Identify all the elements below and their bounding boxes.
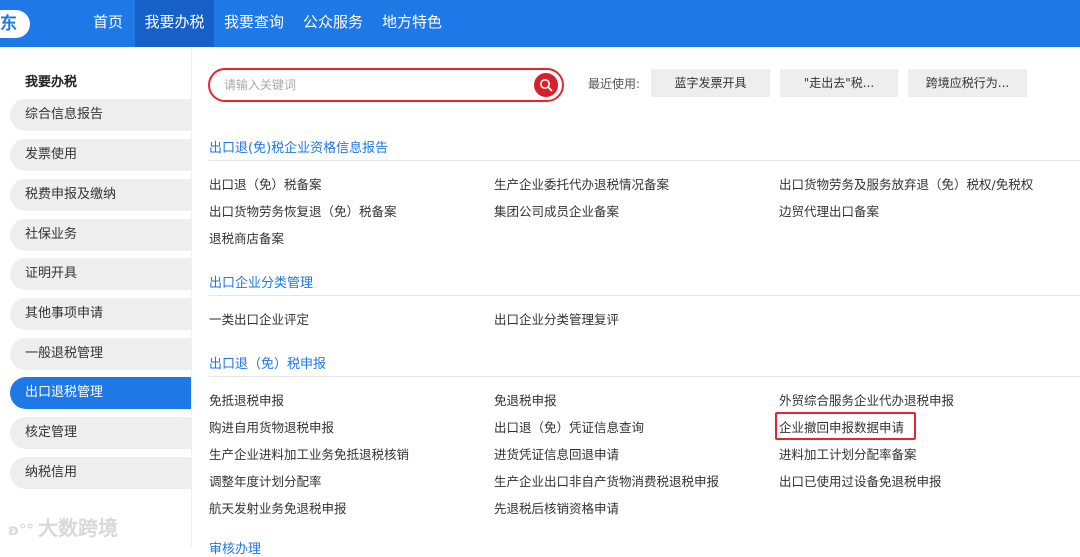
- link-exempt-refund[interactable]: 免退税申报: [494, 390, 557, 409]
- sidebar-item-tax-declaration[interactable]: 税费申报及缴纳: [10, 179, 191, 211]
- link-waive-refund-right[interactable]: 出口货物劳务及服务放弃退（免）税权/免税权: [779, 174, 1033, 193]
- sidebar-item-certificate[interactable]: 证明开具: [10, 258, 191, 290]
- link-group-member-filing[interactable]: 集团公司成员企业备案: [494, 201, 619, 220]
- sidebar: 我要办税 综合信息报告 发票使用 税费申报及缴纳 社保业务 证明开具 其他事项申…: [0, 47, 191, 547]
- section-divider: [209, 376, 1080, 377]
- link-processing-trade-verification[interactable]: 生产企业进料加工业务免抵退税核销: [209, 444, 409, 463]
- nav-query[interactable]: 我要查询: [214, 0, 294, 47]
- sidebar-item-comprehensive-report[interactable]: 综合信息报告: [10, 99, 191, 131]
- section-title-partial: 审核办理: [209, 542, 262, 557]
- search-input[interactable]: [222, 75, 522, 95]
- link-purchase-voucher-rollback[interactable]: 进货凭证信息回退申请: [494, 444, 619, 463]
- sidebar-item-general-refund[interactable]: 一般退税管理: [10, 338, 191, 370]
- link-entrusted-refund-filing[interactable]: 生产企业委托代办退税情况备案: [494, 174, 669, 193]
- watermark-text: 大数跨境: [37, 516, 118, 540]
- sidebar-item-social-insurance[interactable]: 社保业务: [10, 219, 191, 251]
- link-class-one-evaluation[interactable]: 一类出口企业评定: [209, 309, 309, 328]
- nav-tax-handling[interactable]: 我要办税: [135, 0, 214, 47]
- sidebar-title: 我要办税: [25, 75, 78, 90]
- watermark: ʚ°° 大数跨境: [8, 512, 118, 541]
- nav-home[interactable]: 首页: [82, 0, 134, 47]
- search-button[interactable]: [534, 73, 558, 97]
- sidebar-item-tax-credit[interactable]: 纳税信用: [10, 457, 191, 489]
- link-classification-review[interactable]: 出口企业分类管理复评: [494, 309, 619, 328]
- link-exempt-offset-refund[interactable]: 免抵退税申报: [209, 390, 284, 409]
- highlight-box: [775, 412, 916, 440]
- top-navbar: 东 首页 我要办税 我要查询 公众服务 地方特色: [0, 0, 1080, 47]
- link-refund-shop-filing[interactable]: 退税商店备案: [209, 228, 284, 247]
- link-adjust-annual-plan-rate[interactable]: 调整年度计划分配率: [209, 471, 322, 490]
- link-refund-before-verification[interactable]: 先退税后核销资格申请: [494, 498, 619, 517]
- recent-item-cross-border[interactable]: 跨境应税行为...: [908, 69, 1027, 97]
- sidebar-item-assessment[interactable]: 核定管理: [10, 417, 191, 449]
- link-used-equipment-refund[interactable]: 出口已使用过设备免退税申报: [779, 471, 942, 490]
- watermark-logo-icon: ʚ°°: [8, 521, 34, 539]
- section-title-qualification: 出口退(免)税企业资格信息报告: [209, 141, 389, 156]
- sidebar-divider: [191, 47, 192, 547]
- sidebar-item-invoice-use[interactable]: 发票使用: [10, 139, 191, 171]
- section-divider: [209, 295, 1080, 296]
- link-export-refund-filing[interactable]: 出口退（免）税备案: [209, 174, 322, 193]
- link-border-trade-filing[interactable]: 边贸代理出口备案: [779, 201, 879, 220]
- link-non-self-produced-consumption-tax[interactable]: 生产企业出口非自产货物消费税退税申报: [494, 471, 719, 490]
- link-restore-refund-filing[interactable]: 出口货物劳务恢复退（免）税备案: [209, 201, 397, 220]
- link-self-use-goods-refund[interactable]: 购进自用货物退税申报: [209, 417, 334, 436]
- link-foreign-trade-service-refund[interactable]: 外贸综合服务企业代办退税申报: [779, 390, 954, 409]
- section-divider: [209, 160, 1080, 161]
- recent-item-blue-invoice[interactable]: 蓝字发票开具: [651, 69, 770, 97]
- nav-public-service[interactable]: 公众服务: [294, 0, 372, 47]
- search-icon: [540, 79, 553, 92]
- link-voucher-info-query[interactable]: 出口退（免）凭证信息查询: [494, 417, 644, 436]
- sidebar-item-other-application[interactable]: 其他事项申请: [10, 298, 191, 330]
- recent-label: 最近使用:: [588, 77, 641, 91]
- section-title-classification: 出口企业分类管理: [209, 276, 314, 291]
- section-title-declaration: 出口退（免）税申报: [209, 357, 327, 372]
- link-aerospace-launch-refund[interactable]: 航天发射业务免退税申报: [209, 498, 347, 517]
- search-box: [208, 68, 564, 102]
- link-processing-plan-rate-filing[interactable]: 进料加工计划分配率备案: [779, 444, 917, 463]
- nav-local-feature[interactable]: 地方特色: [372, 0, 452, 47]
- region-selector[interactable]: 东: [0, 10, 30, 38]
- recent-item-going-out-tax[interactable]: "走出去"税...: [780, 69, 898, 97]
- sidebar-item-export-refund[interactable]: 出口退税管理: [10, 377, 191, 409]
